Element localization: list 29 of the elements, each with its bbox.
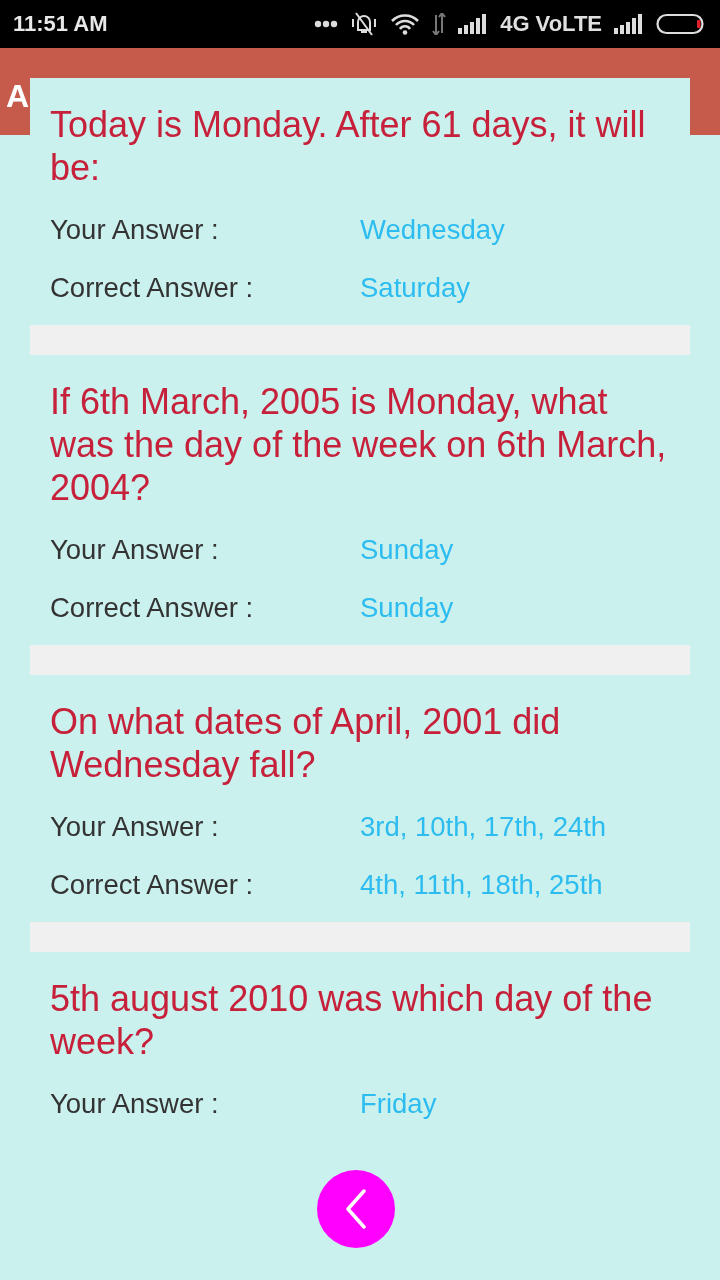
more-dots-icon (314, 20, 339, 28)
question-text: 5th august 2010 was which day of the week? (50, 977, 654, 1063)
signal-bars-icon (614, 14, 644, 34)
answer-value: 4th, 11th, 18th, 25th (360, 869, 603, 901)
answer-label: Correct Answer : (50, 592, 255, 624)
answer-value: Saturday (360, 272, 471, 304)
answer-value: 3rd, 10th, 17th, 24th (360, 811, 607, 843)
network-type-label: 4G VoLTE (500, 11, 602, 37)
answer-value: Friday (360, 1088, 437, 1120)
answer-value: Wednesday (360, 214, 505, 246)
answer-label: Correct Answer : (50, 272, 255, 304)
signal-bars-icon (458, 14, 489, 34)
question-text: On what dates of April, 2001 did Wednesday fall? (50, 700, 562, 786)
chevron-left-icon (345, 1189, 367, 1229)
question-text: If 6th March, 2005 is Monday, what was the day of the week on 6th March, 2004? (50, 380, 668, 509)
answer-label: Correct Answer : (50, 869, 255, 901)
question-text: Today is Monday. After 61 days, it will be: (50, 103, 647, 189)
answer-value: Sunday (360, 592, 454, 624)
status-time: 11:51 AM (13, 11, 108, 37)
answer-label: Your Answer : (50, 214, 220, 246)
app-title: A (6, 78, 30, 115)
data-arrows-icon (432, 13, 447, 35)
answer-label: Your Answer : (50, 534, 220, 566)
bell-slash-icon (350, 11, 379, 37)
answer-label: Your Answer : (50, 811, 220, 843)
answer-label: Your Answer : (50, 1088, 220, 1120)
battery-icon (656, 13, 706, 35)
answer-value: Sunday (360, 534, 454, 566)
wifi-icon (390, 13, 421, 35)
